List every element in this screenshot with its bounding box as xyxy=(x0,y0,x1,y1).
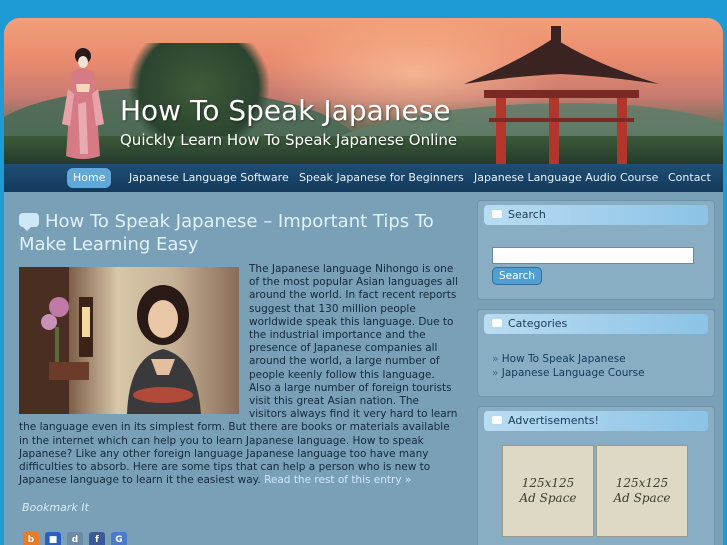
search-widget-title: Search xyxy=(508,208,546,221)
ad-size-label: 125x125 xyxy=(615,476,669,490)
ad-size-label: 125x125 xyxy=(521,476,575,490)
search-button[interactable]: Search xyxy=(492,267,543,285)
facebook-icon[interactable]: f xyxy=(89,532,105,545)
advertisements-widget: Advertisements! 125x125 Ad Space 125x125… xyxy=(477,406,715,545)
site-tagline: Quickly Learn How To Speak Japanese Onli… xyxy=(120,131,458,149)
google-icon[interactable]: G xyxy=(111,532,127,545)
advertisements-widget-header: Advertisements! xyxy=(484,411,708,431)
widget-bubble-icon xyxy=(492,416,502,424)
widget-bubble-icon xyxy=(492,319,502,327)
nav-item-japanese-language-audio-course[interactable]: Japanese Language Audio Course xyxy=(468,168,664,188)
geisha-image xyxy=(62,48,104,159)
main-nav: Home Japanese Language Software Speak Ja… xyxy=(4,164,723,192)
ad-space-2[interactable]: 125x125 Ad Space xyxy=(596,445,688,537)
advertisements-widget-title: Advertisements! xyxy=(508,414,599,427)
post-body: The Japanese language Nihongo is one of … xyxy=(19,263,459,487)
categories-widget: Categories How To Speak Japanese Japanes… xyxy=(477,309,715,397)
search-widget: Search Search xyxy=(477,200,715,300)
read-more-link[interactable]: Read the rest of this entry » xyxy=(264,474,411,486)
site-header: How To Speak Japanese Quickly Learn How … xyxy=(4,18,723,164)
post-title[interactable]: How To Speak Japanese – Important Tips T… xyxy=(19,210,459,256)
category-item-how-to-speak-japanese[interactable]: How To Speak Japanese xyxy=(492,352,645,366)
post-video-thumbnail[interactable] xyxy=(19,267,239,414)
search-widget-header: Search xyxy=(484,205,708,225)
ad-space-label: Ad Space xyxy=(519,491,577,505)
ad-space-1[interactable]: 125x125 Ad Space xyxy=(502,445,594,537)
widget-bubble-icon xyxy=(492,210,502,218)
comment-bubble-icon xyxy=(19,213,39,231)
content-area: How To Speak Japanese – Important Tips T… xyxy=(4,192,723,545)
nav-item-home[interactable]: Home xyxy=(67,168,112,188)
digg-icon[interactable]: d xyxy=(67,532,83,545)
blogger-icon[interactable]: b xyxy=(23,532,39,545)
pagoda-image xyxy=(464,26,659,164)
bookmark-icons: b ■ d f G xyxy=(19,532,459,545)
woman-image xyxy=(19,267,201,414)
category-item-japanese-language-course[interactable]: Japanese Language Course xyxy=(492,366,645,380)
post: How To Speak Japanese – Important Tips T… xyxy=(19,210,459,545)
post-title-text[interactable]: How To Speak Japanese – Important Tips T… xyxy=(19,211,434,255)
categories-widget-title: Categories xyxy=(508,317,568,330)
site-title[interactable]: How To Speak Japanese xyxy=(120,94,451,127)
nav-item-speak-japanese-for-beginners[interactable]: Speak Japanese for Beginners xyxy=(293,168,470,188)
nav-item-japanese-language-software[interactable]: Japanese Language Software xyxy=(123,168,295,188)
nav-item-contact[interactable]: Contact xyxy=(662,168,717,188)
categories-widget-header: Categories xyxy=(484,314,708,334)
delicious-icon[interactable]: ■ xyxy=(45,532,61,545)
category-list: How To Speak Japanese Japanese Language … xyxy=(492,352,645,380)
bookmark-it-label: Bookmark It xyxy=(22,501,89,515)
search-input[interactable] xyxy=(492,247,694,264)
ad-space-label: Ad Space xyxy=(613,491,671,505)
page-wrapper: How To Speak Japanese Quickly Learn How … xyxy=(4,18,723,545)
